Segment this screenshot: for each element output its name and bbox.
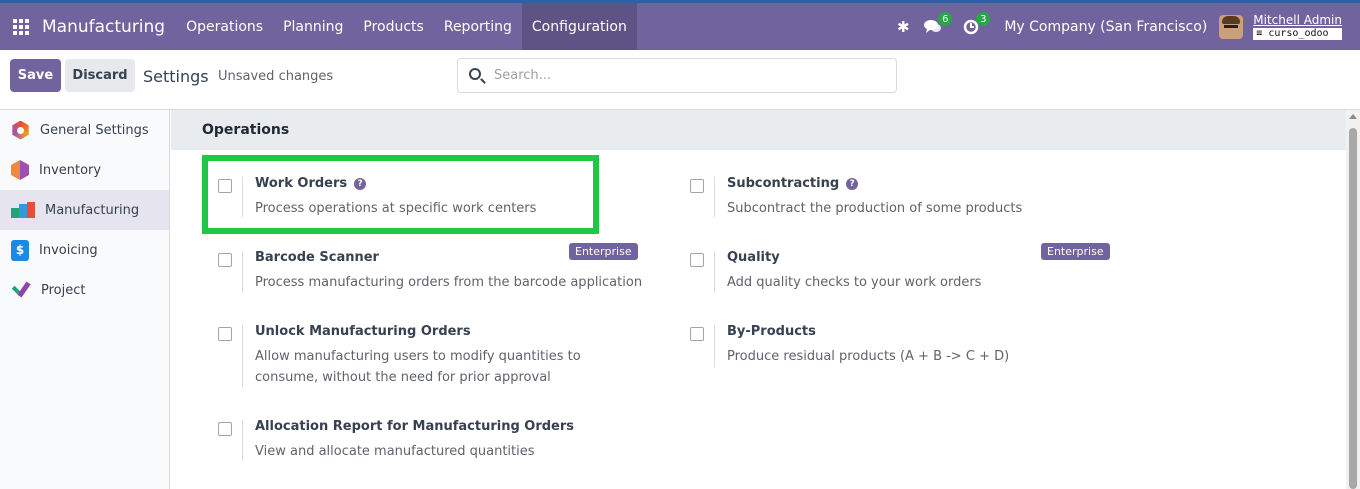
search-icon xyxy=(469,68,481,80)
divider xyxy=(714,325,715,367)
save-button[interactable]: Save xyxy=(10,59,61,92)
sidebar-item-manufacturing[interactable]: Manufacturing xyxy=(0,190,169,230)
setting-title: Allocation Report for Manufacturing Orde… xyxy=(255,419,575,434)
sidebar-item-label: Inventory xyxy=(39,162,102,178)
page-title: Settings xyxy=(143,67,209,86)
setting-title: Unlock Manufacturing Orders xyxy=(255,324,471,339)
enterprise-badge[interactable]: Enterprise xyxy=(569,243,638,260)
divider xyxy=(714,251,715,293)
menu-products[interactable]: Products xyxy=(353,3,433,50)
menu-planning[interactable]: Planning xyxy=(273,3,353,50)
sidebar-item-invoicing[interactable]: $ Invoicing xyxy=(0,230,169,270)
sidebar-item-general-settings[interactable]: General Settings xyxy=(0,110,169,150)
debug-bug-icon[interactable]: ✱ xyxy=(888,3,918,50)
setting-by-products: By-Products Produce residual products (A… xyxy=(690,305,1130,375)
setting-description: View and allocate manufactured quantitie… xyxy=(255,444,535,459)
sidebar-item-project[interactable]: Project xyxy=(0,270,169,310)
activities-icon[interactable]: 3 xyxy=(956,3,991,50)
user-menu[interactable]: Mitchell Admin ≡ curso_odoo xyxy=(1253,14,1342,40)
setting-subcontracting: Subcontracting? Subcontract the producti… xyxy=(690,157,1130,227)
manufacturing-icon xyxy=(11,202,35,218)
user-name: Mitchell Admin xyxy=(1253,12,1342,27)
settings-sidebar: General Settings Inventory Manufacturing… xyxy=(0,110,170,489)
setting-barcode-scanner: Barcode Scanner Process manufacturing or… xyxy=(218,231,658,301)
user-avatar[interactable] xyxy=(1219,14,1244,39)
search-box xyxy=(457,58,897,93)
invoicing-icon: $ xyxy=(11,239,29,261)
setting-title-text: Subcontracting xyxy=(727,176,840,191)
sidebar-item-label: Invoicing xyxy=(39,242,98,258)
setting-description: Allow manufacturing users to modify quan… xyxy=(255,349,581,385)
discard-button[interactable]: Discard xyxy=(65,59,135,92)
unlock-mo-checkbox[interactable] xyxy=(218,327,232,341)
database-name: curso_odoo xyxy=(1268,27,1329,39)
general-settings-icon xyxy=(12,120,29,140)
enterprise-badge[interactable]: Enterprise xyxy=(1041,243,1110,260)
divider xyxy=(242,420,243,461)
scroll-up-icon[interactable] xyxy=(1349,114,1357,119)
sidebar-item-label: Project xyxy=(41,282,86,298)
menu-configuration[interactable]: Configuration xyxy=(521,3,637,50)
activities-badge: 3 xyxy=(976,12,991,26)
scrollbar[interactable] xyxy=(1346,110,1360,489)
messages-icon[interactable]: 6 xyxy=(918,3,953,50)
setting-quality: Quality Add quality checks to your work … xyxy=(690,231,1130,301)
subcontracting-checkbox[interactable] xyxy=(690,179,704,193)
help-icon[interactable]: ? xyxy=(846,178,859,190)
menu-reporting[interactable]: Reporting xyxy=(434,3,522,50)
unsaved-changes-status: Unsaved changes xyxy=(218,69,334,84)
setting-description: Process manufacturing orders from the ba… xyxy=(255,275,643,290)
sidebar-item-inventory[interactable]: Inventory xyxy=(0,150,169,190)
setting-title: Subcontracting? xyxy=(727,176,859,191)
allocation-report-checkbox[interactable] xyxy=(218,422,232,436)
setting-description: Subcontract the production of some produ… xyxy=(727,201,1023,216)
setting-unlock-manufacturing-orders: Unlock Manufacturing Orders Allow manufa… xyxy=(218,305,658,395)
barcode-scanner-checkbox[interactable] xyxy=(218,253,232,267)
setting-description: Produce residual products (A + B -> C + … xyxy=(727,349,1010,364)
top-navbar: Manufacturing Operations Planning Produc… xyxy=(0,0,1360,50)
sidebar-item-label: General Settings xyxy=(40,122,149,138)
setting-title: Quality xyxy=(727,250,780,265)
database-badge: ≡ curso_odoo xyxy=(1253,27,1342,40)
project-icon xyxy=(11,281,31,299)
settings-content: Operations Work Orders? Process operatio… xyxy=(171,110,1346,489)
scroll-thumb[interactable] xyxy=(1349,128,1357,489)
by-products-checkbox[interactable] xyxy=(690,327,704,341)
quality-checkbox[interactable] xyxy=(690,253,704,267)
setting-description: Add quality checks to your work orders xyxy=(727,275,982,290)
setting-allocation-report: Allocation Report for Manufacturing Orde… xyxy=(218,400,658,470)
divider xyxy=(242,325,243,387)
search-input[interactable] xyxy=(494,59,889,92)
messages-badge: 6 xyxy=(938,12,953,26)
app-brand[interactable]: Manufacturing xyxy=(42,17,176,37)
divider xyxy=(242,251,243,293)
highlight-box xyxy=(202,155,599,234)
divider xyxy=(714,177,715,217)
setting-title: By-Products xyxy=(727,324,816,339)
setting-title: Barcode Scanner xyxy=(255,250,379,265)
section-title: Operations xyxy=(171,110,1346,150)
menu-operations[interactable]: Operations xyxy=(176,3,273,50)
sidebar-item-label: Manufacturing xyxy=(45,202,140,218)
inventory-icon xyxy=(11,160,29,180)
apps-menu-icon[interactable] xyxy=(0,3,42,50)
company-switcher[interactable]: My Company (San Francisco) xyxy=(1004,19,1207,35)
control-panel: Save Discard Settings Unsaved changes xyxy=(0,50,1360,110)
